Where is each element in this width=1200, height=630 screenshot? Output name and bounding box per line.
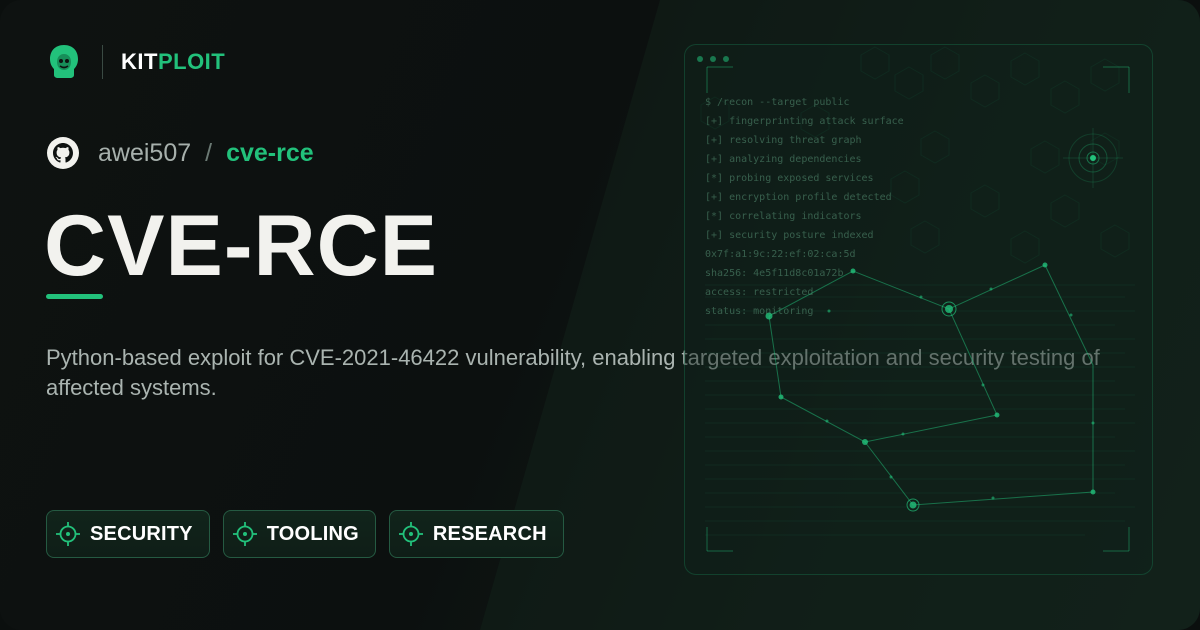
terminal-line: [+] encryption profile detected <box>705 192 892 203</box>
page-title: CVE-RCE <box>44 198 439 294</box>
github-icon <box>47 137 79 169</box>
terminal-output: $ /recon --target public [+] fingerprint… <box>705 93 904 321</box>
tag-list: SECURITY TOOLING RESEARCH <box>46 510 564 558</box>
repo-breadcrumb: awei507 / cve-rce <box>46 134 314 172</box>
terminal-line: [+] security posture indexed <box>705 230 874 241</box>
brand-name-kit: KIT <box>121 49 158 74</box>
terminal-line: 0x7f:a1:9c:22:ef:02:ca:5d <box>705 249 856 260</box>
repo-separator: / <box>205 138 213 167</box>
kitploit-logo-icon <box>50 45 78 78</box>
terminal-line: access: restricted <box>705 287 814 298</box>
terminal-line: status: monitoring <box>705 306 814 317</box>
terminal-line: [+] fingerprinting attack surface <box>705 116 904 127</box>
window-dot <box>710 56 716 62</box>
brand-logo[interactable]: KITPLOIT <box>46 40 225 84</box>
title-underline <box>46 294 103 299</box>
terminal-line: [*] probing exposed services <box>705 173 874 184</box>
window-dot <box>697 56 703 62</box>
terminal-line: [+] analyzing dependencies <box>705 154 862 165</box>
tag-research[interactable]: RESEARCH <box>388 510 564 558</box>
tag-label: SECURITY <box>90 522 193 545</box>
terminal-line: $ /recon --target public <box>705 97 850 108</box>
crosshair-icon <box>398 522 423 546</box>
tag-security[interactable]: SECURITY <box>46 510 210 558</box>
window-controls <box>697 56 729 62</box>
tag-label: RESEARCH <box>432 522 547 545</box>
logo-divider <box>102 45 103 79</box>
brand-name: KITPLOIT <box>121 49 225 75</box>
crosshair-icon <box>56 522 80 546</box>
share-card: KITPLOIT awei507 / cve-rce CVE-RCE Pytho… <box>0 0 1200 630</box>
terminal-line: [*] correlating indicators <box>705 211 862 222</box>
terminal-line: sha256: 4e5f11d8c01a72b <box>705 268 844 279</box>
terminal-line: [+] resolving threat graph <box>705 135 862 146</box>
repo-name[interactable]: cve-rce <box>226 139 314 168</box>
brand-name-ploit: PLOIT <box>157 49 226 74</box>
window-dot <box>723 56 729 62</box>
tag-tooling[interactable]: TOOLING <box>222 510 376 558</box>
repo-owner[interactable]: awei507 <box>98 139 191 168</box>
crosshair-icon <box>232 522 257 546</box>
tag-label: TOOLING <box>266 522 359 545</box>
decorative-terminal-window: $ /recon --target public [+] fingerprint… <box>684 44 1153 575</box>
